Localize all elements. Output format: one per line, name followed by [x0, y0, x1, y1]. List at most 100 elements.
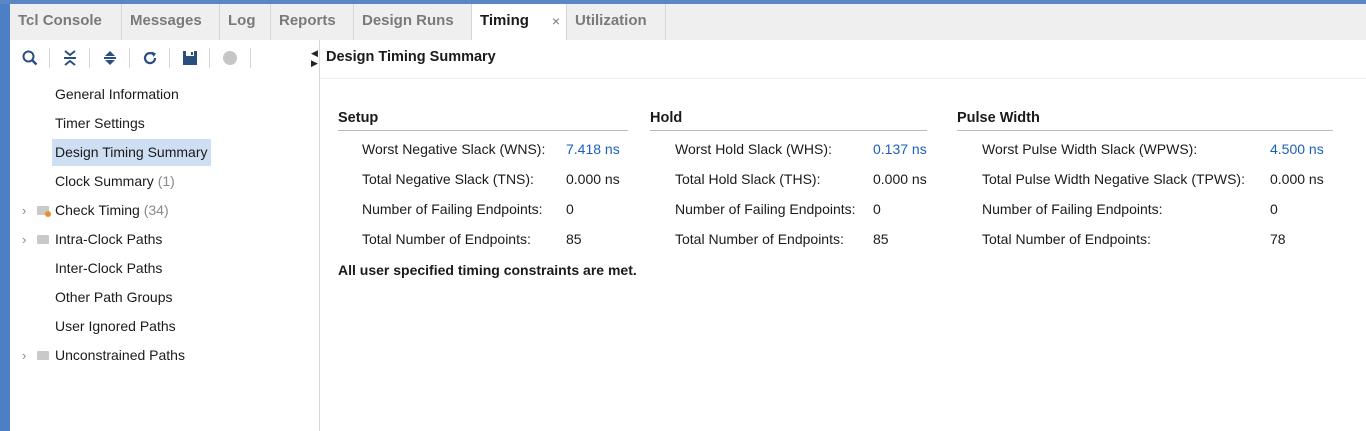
- row-value: 0: [566, 201, 574, 217]
- tree-item-label: Clock Summary (1): [55, 167, 175, 196]
- hold-row-failing: Number of Failing Endpoints: 0: [675, 194, 935, 224]
- tree-item-count: (1): [157, 173, 175, 189]
- tab-design-runs[interactable]: Design Runs: [354, 4, 472, 40]
- row-value: 0.000 ns: [566, 171, 620, 187]
- tree-item-inter-clock-paths[interactable]: Inter-Clock Paths: [10, 254, 319, 283]
- page-title: Design Timing Summary: [326, 49, 496, 65]
- save-icon[interactable]: [181, 49, 199, 67]
- tab-reports[interactable]: Reports: [271, 4, 354, 40]
- row-value: 0: [1270, 201, 1278, 217]
- collapse-all-icon[interactable]: [61, 49, 79, 67]
- tree-item-count: (34): [143, 202, 169, 218]
- setup-title: Setup: [338, 110, 628, 131]
- tree-item-other-path-groups[interactable]: Other Path Groups: [10, 283, 319, 312]
- wns-value-link[interactable]: 7.418 ns: [566, 134, 620, 164]
- tree-item-label: Design Timing Summary: [52, 139, 211, 166]
- tree-item-label: User Ignored Paths: [55, 318, 176, 334]
- chevron-right-icon[interactable]: ›: [22, 196, 26, 225]
- setup-row-total: Total Number of Endpoints: 85: [362, 224, 632, 254]
- row-label: Number of Failing Endpoints:: [675, 201, 856, 217]
- toolbar-divider: [129, 48, 130, 68]
- chevron-right-icon[interactable]: ›: [22, 341, 26, 370]
- search-icon[interactable]: [21, 49, 39, 67]
- pulse-row-tpws: Total Pulse Width Negative Slack (TPWS):…: [982, 164, 1342, 194]
- row-label: Worst Negative Slack (WNS):: [362, 141, 546, 157]
- tab-utilization[interactable]: Utilization: [567, 4, 666, 40]
- timing-tree-pane: ◀ ▶ General Information Timer Settings De…: [10, 40, 320, 431]
- row-value: 85: [566, 231, 582, 247]
- tree-item-label: Unconstrained Paths: [55, 347, 185, 363]
- folder-icon: [37, 351, 49, 360]
- hold-row-total: Total Number of Endpoints: 85: [675, 224, 935, 254]
- hold-row-ths: Total Hold Slack (THS): 0.000 ns: [675, 164, 935, 194]
- row-value: 0: [873, 201, 881, 217]
- expand-all-icon[interactable]: [101, 49, 119, 67]
- tree-toolbar: ◀ ▶: [10, 40, 319, 76]
- timing-summary-panel: Design Timing Summary Setup Worst Negati…: [320, 40, 1366, 431]
- tree-item-label: Timer Settings: [55, 115, 145, 131]
- wpws-value-link[interactable]: 4.500 ns: [1270, 134, 1324, 164]
- tree-item-label: Intra-Clock Paths: [55, 231, 163, 247]
- tree-item-user-ignored-paths[interactable]: User Ignored Paths: [10, 312, 319, 341]
- tree-item-general-information[interactable]: General Information: [10, 80, 319, 109]
- setup-row-failing: Number of Failing Endpoints: 0: [362, 194, 632, 224]
- stop-icon: [221, 49, 239, 67]
- row-value: 85: [873, 231, 889, 247]
- window-left-border: [0, 4, 10, 431]
- whs-value-link[interactable]: 0.137 ns: [873, 134, 927, 164]
- tree-item-label: Check Timing (34): [55, 196, 169, 225]
- tree-item-intra-clock-paths[interactable]: › Intra-Clock Paths: [10, 225, 319, 254]
- tree-item-unconstrained-paths[interactable]: › Unconstrained Paths: [10, 341, 319, 370]
- hold-row-whs: Worst Hold Slack (WHS): 0.137 ns: [675, 134, 935, 164]
- tree-item-design-timing-summary[interactable]: Design Timing Summary: [10, 138, 319, 167]
- pulse-row-failing: Number of Failing Endpoints: 0: [982, 194, 1342, 224]
- folder-warning-icon: [37, 206, 51, 217]
- constraints-met-message: All user specified timing constraints ar…: [338, 262, 637, 278]
- tab-tcl-console[interactable]: Tcl Console: [10, 4, 122, 40]
- row-label: Total Negative Slack (TNS):: [362, 171, 534, 187]
- tab-timing[interactable]: Timing ×: [472, 4, 567, 40]
- panel-header: Design Timing Summary: [320, 40, 1366, 79]
- tree-item-clock-summary[interactable]: Clock Summary (1): [10, 167, 319, 196]
- pulse-row-total: Total Number of Endpoints: 78: [982, 224, 1342, 254]
- row-label: Number of Failing Endpoints:: [982, 201, 1163, 217]
- row-label: Total Number of Endpoints:: [362, 231, 531, 247]
- toolbar-divider: [49, 48, 50, 68]
- row-value: 78: [1270, 231, 1286, 247]
- toolbar-divider: [209, 48, 210, 68]
- row-label: Total Number of Endpoints:: [982, 231, 1151, 247]
- toolbar-divider: [89, 48, 90, 68]
- row-label: Total Pulse Width Negative Slack (TPWS):: [982, 171, 1245, 187]
- tree-item-label: Inter-Clock Paths: [55, 260, 163, 276]
- chevron-right-icon[interactable]: ›: [22, 225, 26, 254]
- hold-section: Hold: [650, 110, 927, 131]
- setup-section: Setup: [338, 110, 628, 131]
- tab-messages[interactable]: Messages: [122, 4, 220, 40]
- tab-timing-label: Timing: [480, 12, 529, 29]
- row-label: Total Hold Slack (THS):: [675, 171, 821, 187]
- row-value: 0.000 ns: [1270, 171, 1324, 187]
- tree-item-label: General Information: [55, 86, 179, 102]
- pulse-width-title: Pulse Width: [957, 110, 1333, 131]
- toolbar-divider: [169, 48, 170, 68]
- tree-item-timer-settings[interactable]: Timer Settings: [10, 109, 319, 138]
- pulse-row-wpws: Worst Pulse Width Slack (WPWS): 4.500 ns: [982, 134, 1342, 164]
- folder-icon: [37, 235, 49, 244]
- tab-bar: Tcl Console Messages Log Reports Design …: [10, 4, 1366, 40]
- refresh-icon[interactable]: [141, 49, 159, 67]
- pulse-width-section: Pulse Width: [957, 110, 1333, 131]
- tree-item-label: Other Path Groups: [55, 289, 173, 305]
- row-label: Total Number of Endpoints:: [675, 231, 844, 247]
- row-label: Worst Hold Slack (WHS):: [675, 141, 832, 157]
- close-icon[interactable]: ×: [552, 5, 560, 38]
- tab-log[interactable]: Log: [220, 4, 271, 40]
- setup-row-tns: Total Negative Slack (TNS): 0.000 ns: [362, 164, 632, 194]
- tree-item-check-timing[interactable]: › Check Timing (34): [10, 196, 319, 225]
- row-value: 0.000 ns: [873, 171, 927, 187]
- pane-collapse-arrows-icon[interactable]: ◀ ▶: [311, 48, 319, 68]
- row-label: Worst Pulse Width Slack (WPWS):: [982, 141, 1198, 157]
- tree-item-text: Clock Summary: [55, 173, 154, 189]
- tree-item-text: Check Timing: [55, 202, 140, 218]
- row-label: Number of Failing Endpoints:: [362, 201, 543, 217]
- toolbar-divider: [250, 48, 251, 68]
